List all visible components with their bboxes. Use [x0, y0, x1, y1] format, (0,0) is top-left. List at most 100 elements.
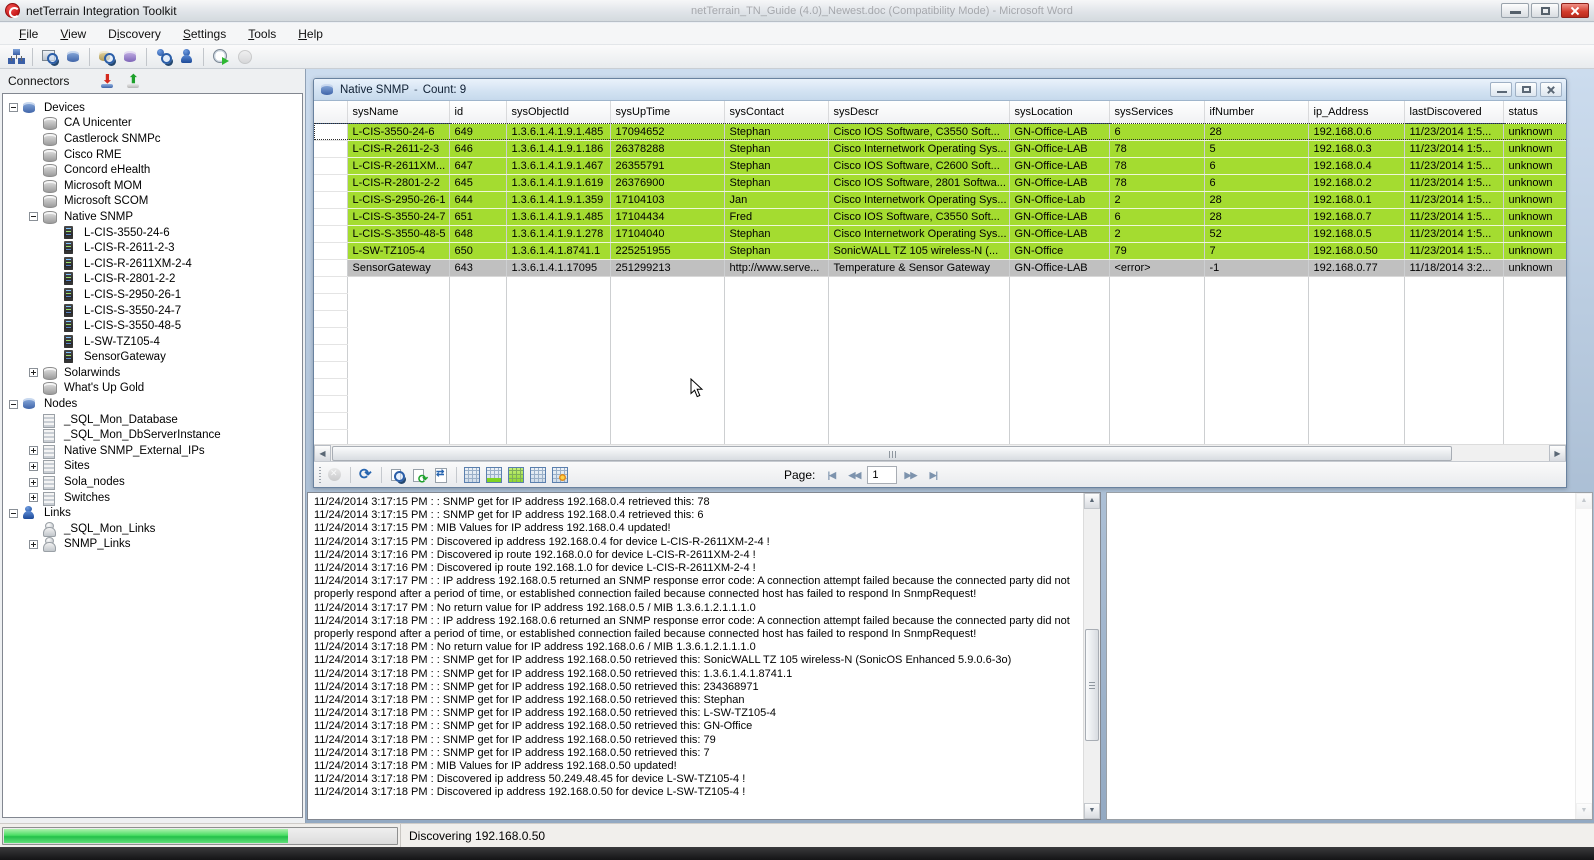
grid-settings-button[interactable]	[549, 465, 571, 485]
expander-plus-icon[interactable]	[29, 540, 38, 549]
menu-settings[interactable]: Settings	[172, 23, 237, 45]
next-page-button[interactable]: ▶▶	[900, 466, 920, 484]
column-header-syscontact[interactable]: sysContact	[724, 101, 828, 123]
grid-plain-button[interactable]	[527, 465, 549, 485]
expander-plus-icon[interactable]	[29, 462, 38, 471]
reload-mappings-button[interactable]	[408, 465, 430, 485]
tree-item-concord-ehealth[interactable]: Concord eHealth	[3, 162, 302, 178]
user-button[interactable]	[175, 46, 199, 68]
expander-plus-icon[interactable]	[29, 368, 38, 377]
column-header-sysuptime[interactable]: sysUpTime	[610, 101, 724, 123]
tree-item-sql-mon-links[interactable]: _SQL_Mon_Links	[3, 521, 302, 537]
scroll-left-arrow-icon[interactable]: ◀	[314, 445, 331, 462]
export-connector-icon[interactable]	[125, 71, 143, 89]
database-button[interactable]	[118, 46, 142, 68]
detail-vertical-scrollbar[interactable]: ▲ ▼	[1575, 493, 1592, 819]
tree-item-l-cis-s-3550-24-7[interactable]: L-CIS-S-3550-24-7	[3, 303, 302, 319]
table-row[interactable]: SensorGateway6431.3.6.1.4.1.170952512992…	[314, 259, 1566, 276]
tree-item-l-cis-r-2801-2-2[interactable]: L-CIS-R-2801-2-2	[3, 272, 302, 288]
scroll-down-arrow-icon[interactable]: ▼	[1576, 803, 1592, 819]
preview-button[interactable]	[386, 465, 408, 485]
import-connector-icon[interactable]	[99, 71, 117, 89]
table-row[interactable]: L-CIS-3550-24-66491.3.6.1.4.1.9.1.485170…	[314, 123, 1566, 140]
grid-view-button[interactable]	[461, 465, 483, 485]
scroll-up-arrow-icon[interactable]: ▲	[1084, 493, 1100, 509]
table-row[interactable]: L-SW-TZ105-46501.3.6.1.4.1.8741.12252519…	[314, 242, 1566, 259]
menu-discovery[interactable]: Discovery	[97, 23, 172, 45]
toolbar-grip[interactable]	[319, 467, 321, 483]
tree-item-l-cis-s-3550-48-5[interactable]: L-CIS-S-3550-48-5	[3, 318, 302, 334]
tree-item-sql-mon-database[interactable]: _SQL_Mon_Database	[3, 412, 302, 428]
restore-button[interactable]	[1531, 3, 1559, 18]
refresh-button[interactable]	[355, 465, 377, 485]
expander-minus-icon[interactable]	[9, 400, 18, 409]
tree-item-l-sw-tz105-4[interactable]: L-SW-TZ105-4	[3, 334, 302, 350]
scroll-right-arrow-icon[interactable]: ▶	[1549, 445, 1566, 462]
menu-help[interactable]: Help	[287, 23, 334, 45]
minimize-button[interactable]	[1501, 3, 1529, 18]
tree-item-castlerock-snmpc[interactable]: Castlerock SNMPc	[3, 131, 302, 147]
tree-item-devices[interactable]: Devices	[3, 100, 302, 116]
export-button[interactable]	[430, 465, 452, 485]
column-header-sysservices[interactable]: sysServices	[1109, 101, 1204, 123]
menu-view[interactable]: View	[49, 23, 97, 45]
table-row[interactable]: L-CIS-S-2950-26-16441.3.6.1.4.1.9.1.3591…	[314, 191, 1566, 208]
table-row[interactable]: L-CIS-R-2611XM...6471.3.6.1.4.1.9.1.4672…	[314, 157, 1566, 174]
tree-item-cisco-rme[interactable]: Cisco RME	[3, 147, 302, 163]
expander-plus-icon[interactable]	[29, 446, 38, 455]
tree-item-switches[interactable]: Switches	[3, 490, 302, 506]
expander-plus-icon[interactable]	[29, 478, 38, 487]
tree-item-sola-nodes[interactable]: Sola_nodes	[3, 474, 302, 490]
column-header-syslocation[interactable]: sysLocation	[1009, 101, 1109, 123]
tree-item-sites[interactable]: Sites	[3, 459, 302, 475]
network-map-button[interactable]	[4, 46, 28, 68]
table-row[interactable]: L-CIS-S-3550-48-56481.3.6.1.4.1.9.1.2781…	[314, 225, 1566, 242]
tree-item-l-cis-r-2611-2-3[interactable]: L-CIS-R-2611-2-3	[3, 240, 302, 256]
tree-item-snmp-links[interactable]: SNMP_Links	[3, 537, 302, 553]
page-number-input[interactable]	[867, 466, 897, 484]
tree-item-what-s-up-gold[interactable]: What's Up Gold	[3, 381, 302, 397]
column-header-ip-address[interactable]: ip_Address	[1308, 101, 1404, 123]
table-row[interactable]: L-CIS-R-2801-2-26451.3.6.1.4.1.9.1.61926…	[314, 174, 1566, 191]
titlebar[interactable]: netTerrain Integration Toolkit netTerrai…	[0, 0, 1594, 22]
column-header-status[interactable]: status	[1503, 101, 1566, 123]
table-row[interactable]: L-CIS-S-3550-24-76511.3.6.1.4.1.9.1.4851…	[314, 208, 1566, 225]
log-panel[interactable]: 11/24/2014 3:17:15 PM : : SNMP get for I…	[307, 492, 1101, 820]
menu-file[interactable]: File	[8, 23, 49, 45]
last-page-button[interactable]: ▶|	[923, 466, 943, 484]
table-row[interactable]: L-CIS-R-2611-2-36461.3.6.1.4.1.9.1.18626…	[314, 140, 1566, 157]
tree-item-solarwinds[interactable]: Solarwinds	[3, 365, 302, 381]
column-header-lastdiscovered[interactable]: lastDiscovered	[1404, 101, 1503, 123]
close-button[interactable]	[1561, 3, 1589, 18]
menu-tools[interactable]: Tools	[237, 23, 287, 45]
inner-restore-button[interactable]	[1515, 82, 1537, 97]
database-sync-button[interactable]	[61, 46, 85, 68]
connectors-tree[interactable]: DevicesCA UnicenterCastlerock SNMPcCisco…	[2, 93, 303, 818]
column-header-ifnumber[interactable]: ifNumber	[1204, 101, 1308, 123]
column-header-sysobjectid[interactable]: sysObjectId	[506, 101, 610, 123]
tree-item-links[interactable]: Links	[3, 505, 302, 521]
previous-page-button[interactable]: ◀◀	[844, 466, 864, 484]
tree-item-l-cis-r-2611xm-2-4[interactable]: L-CIS-R-2611XM-2-4	[3, 256, 302, 272]
expander-minus-icon[interactable]	[9, 509, 18, 518]
grid-rows-green-button[interactable]	[483, 465, 505, 485]
column-header-sysname[interactable]: sysName	[347, 101, 449, 123]
expander-minus-icon[interactable]	[9, 103, 18, 112]
grid-horizontal-scrollbar[interactable]: ◀ ▶	[314, 444, 1566, 461]
vertical-scroll-thumb[interactable]	[1085, 629, 1099, 741]
native-snmp-window-titlebar[interactable]: Native SNMP - Count: 9	[314, 79, 1566, 101]
horizontal-scroll-thumb[interactable]	[332, 446, 1452, 461]
tree-item-native-snmp-external-ips[interactable]: Native SNMP_External_IPs	[3, 443, 302, 459]
expander-minus-icon[interactable]	[29, 212, 38, 221]
first-page-button[interactable]: |◀	[821, 466, 841, 484]
search-computer-button[interactable]	[37, 46, 61, 68]
user-search-button[interactable]	[151, 46, 175, 68]
tree-item-sensorgateway[interactable]: SensorGateway	[3, 350, 302, 366]
tree-item-sql-mon-dbserverinstance[interactable]: _SQL_Mon_DbServerInstance	[3, 427, 302, 443]
inner-minimize-button[interactable]	[1490, 82, 1512, 97]
column-header-sysdescr[interactable]: sysDescr	[828, 101, 1009, 123]
expander-plus-icon[interactable]	[29, 493, 38, 502]
scroll-up-arrow-icon[interactable]: ▲	[1576, 493, 1592, 509]
tree-item-nodes[interactable]: Nodes	[3, 396, 302, 412]
inner-close-button[interactable]	[1540, 82, 1562, 97]
